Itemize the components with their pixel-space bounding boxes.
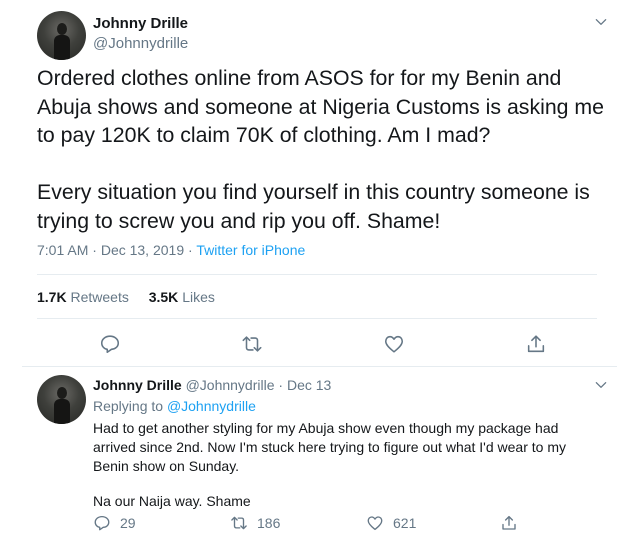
tweet-separator — [22, 366, 617, 367]
like-button[interactable]: 621 — [366, 514, 416, 532]
author-name[interactable]: Johnny Drille — [93, 15, 188, 32]
share-icon — [527, 335, 545, 353]
replying-label: Replying to — [93, 398, 164, 414]
reply-paragraph: Had to get another styling for my Abuja … — [93, 420, 566, 474]
reply-icon — [94, 515, 110, 531]
likes-stat[interactable]: 3.5K Likes — [149, 289, 215, 305]
retweets-stat[interactable]: 1.7K Retweets — [37, 289, 129, 305]
reply-text: Had to get another styling for my Abuja … — [93, 419, 593, 511]
tweet-paragraph: Ordered clothes online from ASOS for for… — [37, 66, 605, 147]
tweet-meta: 7:01 AM · Dec 13, 2019 · Twitter for iPh… — [37, 242, 305, 258]
likes-count: 3.5K — [148, 289, 179, 305]
tweet-text: Ordered clothes online from ASOS for for… — [37, 64, 607, 235]
tweet-stats: 1.7K Retweets 3.5K Likes — [37, 289, 231, 305]
share-button[interactable] — [500, 514, 527, 532]
retweet-icon — [231, 516, 247, 530]
divider — [37, 274, 597, 275]
meta-separator: · — [92, 242, 97, 258]
avatar[interactable] — [37, 375, 86, 424]
like-count: 621 — [393, 515, 417, 531]
replying-to: Replying to @Johnnydrille — [93, 398, 256, 414]
retweet-button[interactable] — [241, 333, 263, 355]
header-separator: · — [278, 377, 284, 393]
replying-handle[interactable]: @Johnnydrille — [167, 398, 256, 414]
reply-header: Johnny Drille @Johnnydrille · Dec 13 — [93, 377, 331, 393]
tweet-time[interactable]: 7:01 AM — [37, 242, 88, 258]
like-button[interactable] — [383, 333, 405, 355]
share-icon — [502, 515, 516, 530]
reply-count: 29 — [120, 515, 136, 531]
retweets-count: 1.7K — [37, 289, 67, 305]
tweet-paragraph: Every situation you find yourself in thi… — [37, 180, 590, 233]
author-handle[interactable]: @Johnnydrille — [186, 377, 275, 393]
divider — [37, 318, 597, 319]
retweets-label: Retweets — [70, 289, 129, 305]
chevron-down-icon[interactable] — [594, 15, 608, 29]
like-icon — [384, 335, 404, 353]
meta-separator: · — [188, 242, 193, 258]
avatar[interactable] — [37, 11, 86, 60]
retweet-count: 186 — [257, 515, 281, 531]
chevron-down-icon[interactable] — [594, 378, 608, 392]
retweet-button[interactable]: 186 — [230, 514, 280, 532]
likes-label: Likes — [182, 289, 215, 305]
retweet-icon — [242, 336, 262, 352]
author-handle[interactable]: @Johnnydrille — [93, 35, 188, 52]
reply-button[interactable] — [99, 333, 121, 355]
like-icon — [367, 516, 383, 531]
reply-paragraph: Na our Naija way. Shame — [93, 493, 251, 509]
reply-icon — [100, 335, 120, 354]
share-button[interactable] — [525, 333, 547, 355]
tweet-source[interactable]: Twitter for iPhone — [196, 242, 305, 258]
tweet-date[interactable]: Dec 13, 2019 — [101, 242, 184, 258]
reply-date[interactable]: Dec 13 — [287, 377, 331, 393]
reply-button[interactable]: 29 — [93, 514, 136, 532]
author-name[interactable]: Johnny Drille — [93, 377, 182, 393]
